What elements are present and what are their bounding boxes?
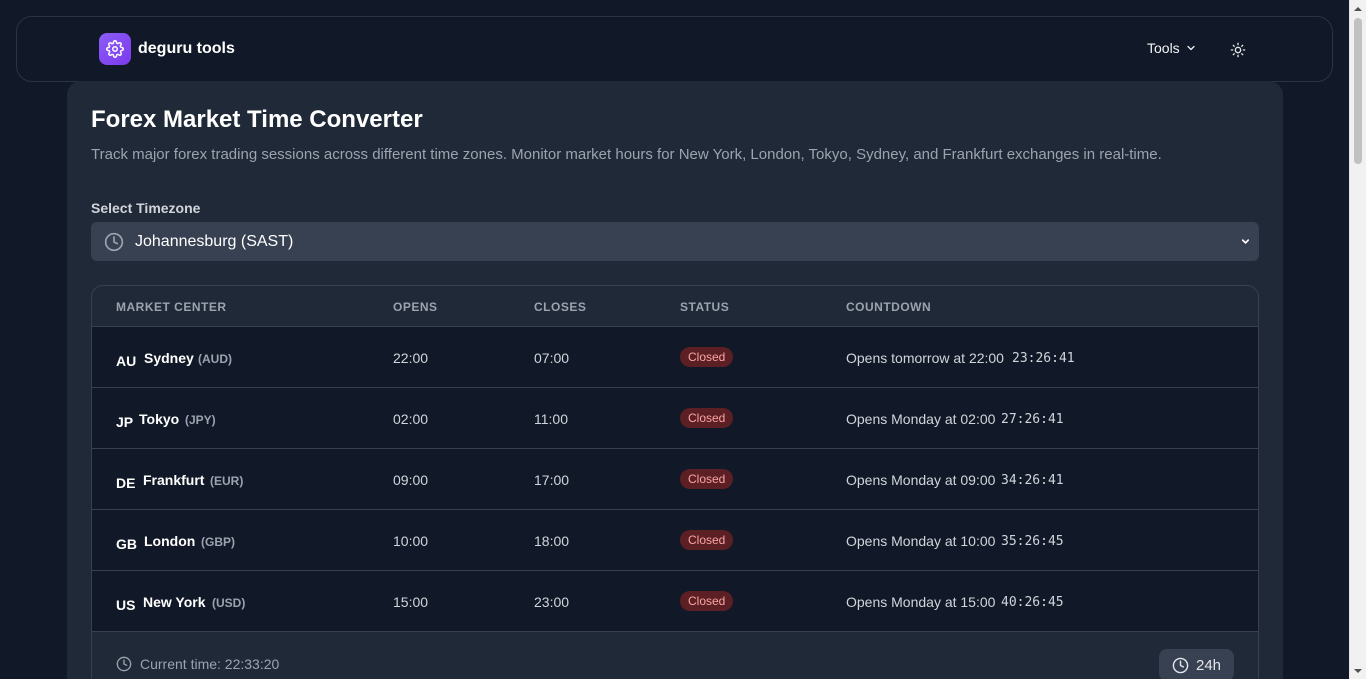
countdown-text: Opens Monday at 10:00 <box>846 533 996 549</box>
countdown-text: Opens Monday at 02:00 <box>846 411 996 427</box>
closes-time: 23:00 <box>534 594 570 610</box>
status-badge: Closed <box>680 469 734 489</box>
market-currency: (AUD) <box>198 352 232 366</box>
market-city: London <box>144 533 196 549</box>
opens-time: 10:00 <box>393 533 429 549</box>
countdown-timer: 27:26:41 <box>1001 412 1064 427</box>
theme-toggle-button[interactable] <box>1228 40 1248 60</box>
page-scrollbar[interactable] <box>1349 0 1366 679</box>
clock-icon <box>1172 657 1189 673</box>
header-opens: OPENS <box>393 300 438 314</box>
market-city: New York <box>143 594 206 610</box>
clock-icon <box>116 656 132 672</box>
timezone-selected-value: Johannesburg (SAST) <box>135 232 294 250</box>
chevron-down-icon <box>1241 239 1250 244</box>
table-row: US New York (USD) 15:00 23:00 Closed Ope… <box>92 571 1258 632</box>
table-row: GB London (GBP) 10:00 18:00 Closed Opens… <box>92 510 1258 571</box>
market-city: Tokyo <box>139 411 180 427</box>
closes-time: 07:00 <box>534 350 570 366</box>
header-status: STATUS <box>680 300 730 314</box>
scrollbar-thumb[interactable] <box>1354 18 1362 164</box>
header-countdown: COUNTDOWN <box>846 300 932 314</box>
opens-time: 15:00 <box>393 594 429 610</box>
countdown-timer: 34:26:41 <box>1001 473 1064 488</box>
page-title: Forex Market Time Converter <box>91 106 423 133</box>
closes-time: 18:00 <box>534 533 570 549</box>
closes-time: 17:00 <box>534 472 570 488</box>
converter-card: Forex Market Time Converter Track major … <box>67 81 1283 679</box>
timezone-label: Select Timezone <box>91 200 201 216</box>
market-table: MARKET CENTER OPENS CLOSES STATUS COUNTD… <box>91 285 1259 679</box>
closes-time: 11:00 <box>534 411 568 427</box>
opens-time: 22:00 <box>393 350 429 366</box>
time-format-toggle-button[interactable]: 24h <box>1159 649 1234 679</box>
table-footer: Current time: 22:33:20 24h <box>92 632 1258 679</box>
countdown-timer: 40:26:45 <box>1001 595 1064 610</box>
country-code: GB <box>116 536 137 552</box>
current-time-text: Current time: 22:33:20 <box>140 656 280 672</box>
header-closes: CLOSES <box>534 300 587 314</box>
country-code: DE <box>116 475 136 491</box>
table-row: AU Sydney (AUD) 22:00 07:00 Closed Opens… <box>92 327 1258 388</box>
gear-icon <box>99 33 131 65</box>
current-time: Current time: 22:33:20 <box>116 656 279 672</box>
country-code: JP <box>116 414 134 430</box>
market-currency: (USD) <box>212 596 246 610</box>
market-currency: (EUR) <box>210 474 244 488</box>
countdown-text: Opens Monday at 09:00 <box>846 472 996 488</box>
brand-name: deguru tools <box>138 40 235 57</box>
table-header: MARKET CENTER OPENS CLOSES STATUS COUNTD… <box>92 286 1258 327</box>
timezone-select[interactable]: Johannesburg (SAST) <box>91 222 1259 261</box>
country-code: US <box>116 597 136 613</box>
status-badge: Closed <box>680 591 734 611</box>
clock-icon <box>104 232 124 251</box>
market-city: Frankfurt <box>143 472 205 488</box>
tools-menu-button[interactable]: Tools <box>1147 40 1197 56</box>
brand[interactable]: deguru tools <box>99 33 235 65</box>
countdown-text: Opens Monday at 15:00 <box>846 594 996 610</box>
table-row: JP Tokyo (JPY) 02:00 11:00 Closed Opens … <box>92 388 1258 449</box>
table-row: DE Frankfurt (EUR) 09:00 17:00 Closed Op… <box>92 449 1258 510</box>
market-city: Sydney <box>144 350 194 366</box>
opens-time: 02:00 <box>393 411 429 427</box>
navbar: deguru tools Tools <box>16 16 1333 82</box>
header-market-center: MARKET CENTER <box>116 300 227 314</box>
tools-label: Tools <box>1147 40 1180 56</box>
scroll-down-icon[interactable] <box>1350 662 1366 679</box>
table-body: AU Sydney (AUD) 22:00 07:00 Closed Opens… <box>92 327 1258 632</box>
opens-time: 09:00 <box>393 472 429 488</box>
chevron-down-icon <box>1187 45 1195 51</box>
country-code: AU <box>116 353 137 369</box>
time-format-label: 24h <box>1195 656 1222 674</box>
countdown-timer: 23:26:41 <box>1012 351 1075 366</box>
status-badge: Closed <box>680 530 734 550</box>
market-currency: (JPY) <box>185 413 216 427</box>
scroll-up-icon[interactable] <box>1350 0 1366 17</box>
status-badge: Closed <box>680 408 734 428</box>
market-currency: (GBP) <box>201 535 235 549</box>
countdown-timer: 35:26:45 <box>1001 534 1064 549</box>
countdown-text: Opens tomorrow at 22:00 <box>846 350 1004 366</box>
sun-icon <box>1230 42 1246 58</box>
status-badge: Closed <box>680 347 734 367</box>
page-description: Track major forex trading sessions acros… <box>91 146 1162 163</box>
